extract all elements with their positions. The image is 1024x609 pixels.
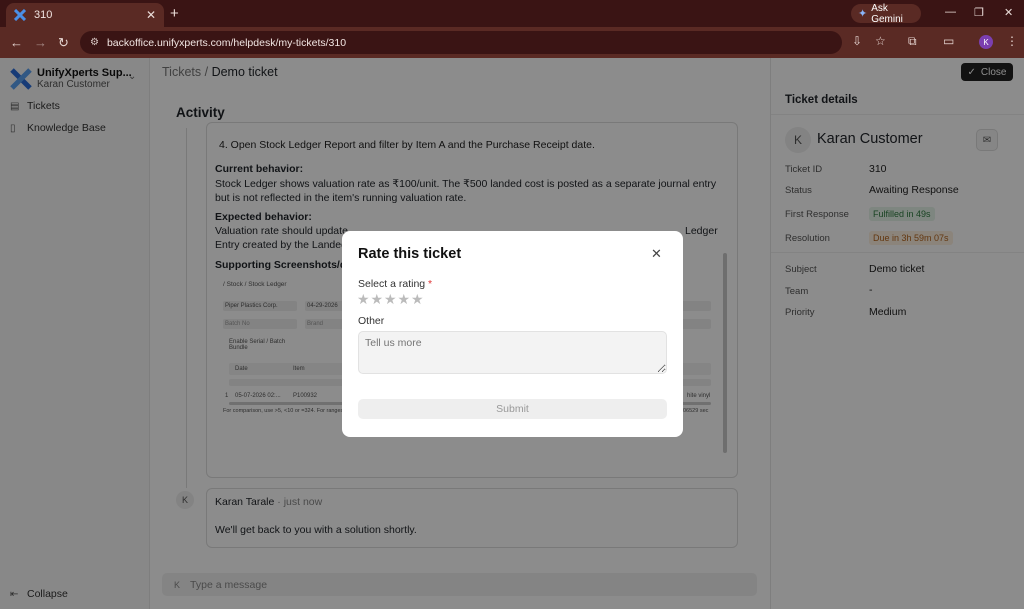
dialog-title: Rate this ticket: [358, 246, 462, 262]
rating-label-text: Select a rating: [358, 278, 426, 290]
minimize-icon[interactable]: —: [945, 6, 956, 18]
menu-kebab-icon[interactable]: ⋮: [1006, 34, 1018, 48]
site-info-icon[interactable]: ⚙: [90, 37, 99, 48]
window-close-icon[interactable]: ✕: [1004, 6, 1013, 19]
rate-ticket-dialog: Rate this ticket ✕ Select a rating * ★ ★…: [342, 231, 683, 437]
rating-label: Select a rating *: [358, 278, 432, 290]
star-icon[interactable]: ★: [371, 291, 385, 308]
gemini-label: Ask Gemini: [871, 2, 903, 25]
browser-tab[interactable]: 310 ✕: [6, 3, 164, 27]
forward-icon[interactable]: →: [34, 35, 47, 50]
star-rating[interactable]: ★ ★ ★ ★ ★: [357, 291, 425, 308]
star-icon[interactable]: ★: [411, 291, 425, 308]
tab-close-icon[interactable]: ✕: [146, 8, 156, 22]
profile-avatar[interactable]: K: [979, 35, 993, 49]
site-favicon-icon: [14, 9, 26, 21]
tab-title: 310: [34, 9, 53, 21]
bookmark-star-icon[interactable]: ☆: [875, 34, 886, 48]
required-marker: *: [428, 278, 433, 290]
address-bar[interactable]: ⚙ backoffice.unifyxperts.com/helpdesk/my…: [80, 31, 842, 54]
feedback-textarea[interactable]: [358, 331, 667, 374]
reload-icon[interactable]: ↻: [58, 35, 69, 51]
other-label: Other: [358, 315, 385, 327]
url-text: backoffice.unifyxperts.com/helpdesk/my-t…: [106, 36, 347, 49]
ask-gemini-button[interactable]: ✦ Ask Gemini: [851, 2, 921, 25]
browser-toolbar: ← → ↻ ⚙ backoffice.unifyxperts.com/helpd…: [0, 27, 1024, 58]
extensions-icon[interactable]: ⧉: [908, 34, 917, 49]
install-app-icon[interactable]: ⇩: [852, 34, 862, 48]
restore-icon[interactable]: ❐: [974, 6, 984, 19]
close-icon[interactable]: ✕: [651, 246, 662, 262]
star-icon[interactable]: ★: [384, 291, 398, 308]
browser-tab-bar: 310 ✕ + ✦ Ask Gemini — ❐ ✕: [0, 0, 1024, 27]
star-icon[interactable]: ★: [398, 291, 412, 308]
gemini-spark-icon: ✦: [858, 8, 868, 20]
star-icon[interactable]: ★: [357, 291, 371, 308]
new-tab-icon[interactable]: +: [170, 5, 179, 22]
cast-icon[interactable]: ▭: [943, 34, 954, 48]
submit-button[interactable]: Submit: [358, 399, 667, 419]
back-icon[interactable]: ←: [10, 35, 23, 50]
